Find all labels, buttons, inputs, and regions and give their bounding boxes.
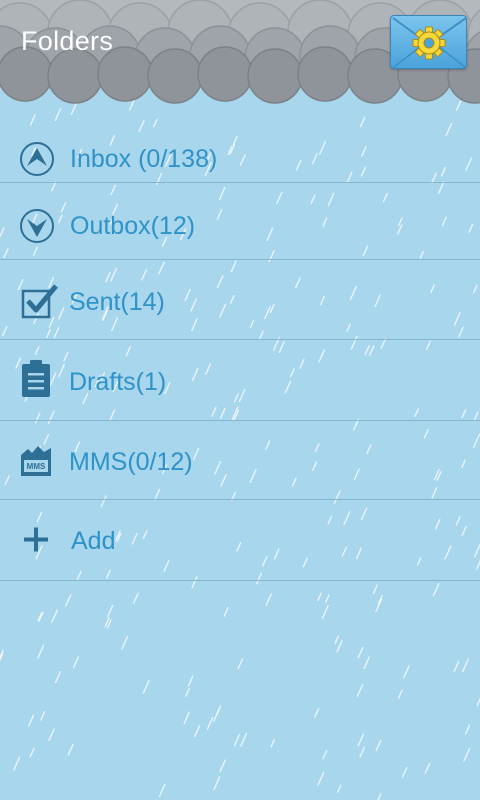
rain-streak (375, 598, 383, 613)
rain-streak (51, 609, 59, 623)
rain-streak (216, 705, 222, 715)
rain-streak (72, 656, 80, 669)
rain-streak (334, 635, 340, 645)
rain-streak (29, 747, 35, 758)
rain-streak (132, 592, 139, 604)
page-title: Folders (21, 26, 114, 56)
rain-streak (40, 710, 46, 721)
rain-streak (54, 670, 62, 684)
rain-streak (336, 784, 342, 793)
rain-streak (48, 728, 55, 741)
rain-streak (401, 767, 408, 778)
rain-streak (377, 793, 382, 800)
settings-button[interactable] (390, 15, 467, 69)
rain-streak (357, 733, 365, 747)
rain-streak (219, 759, 226, 773)
rain-streak (64, 594, 72, 607)
rain-streak (240, 732, 248, 747)
rain-streak (183, 711, 191, 725)
rain-streak (357, 647, 364, 659)
rain-streak (325, 594, 330, 603)
folder-list: Inbox (0/138) Outbox(12) Sent(14) Drafts… (0, 100, 480, 581)
rain-streak (121, 636, 129, 650)
rain-streak (223, 606, 229, 617)
gear-icon (392, 17, 466, 68)
rain-streak (432, 582, 440, 597)
rain-streak (375, 739, 382, 752)
mms-icon: MMS (21, 446, 51, 476)
rain-streak (67, 743, 74, 756)
plus-icon (24, 527, 48, 552)
rain-streak (187, 675, 194, 687)
rain-streak (317, 771, 325, 786)
folder-drafts[interactable]: Drafts(1) (0, 340, 480, 421)
clipboard-icon (22, 360, 50, 397)
rain-streak (13, 756, 21, 771)
folder-label: Drafts(1) (69, 368, 167, 396)
rain-streak (397, 689, 403, 699)
rain-streak (107, 605, 114, 618)
rain-streak (336, 639, 343, 653)
rain-streak (237, 658, 244, 670)
rain-streak (213, 776, 221, 790)
rain-streak (193, 725, 201, 737)
rain-streak (314, 708, 320, 718)
rain-streak (463, 748, 471, 762)
folder-label: MMS(0/12) (69, 448, 193, 476)
add-folder-button[interactable]: Add (0, 500, 480, 581)
mms-icon-text: MMS (27, 462, 46, 471)
add-label: Add (71, 527, 116, 555)
folder-outbox[interactable]: Outbox(12) (0, 183, 480, 260)
rain-streak (37, 644, 45, 659)
rain-streak (453, 661, 460, 672)
rain-streak (158, 783, 166, 797)
rain-streak (424, 762, 431, 774)
folder-label: Sent(14) (69, 288, 165, 316)
rain-streak (403, 665, 410, 679)
rain-streak (359, 746, 366, 758)
rain-streak (372, 584, 378, 594)
rain-streak (28, 714, 35, 727)
rain-streak (321, 605, 329, 619)
rain-streak (322, 749, 328, 760)
folder-sent[interactable]: Sent(14) (0, 260, 480, 340)
rain-streak (363, 656, 370, 669)
rain-streak (206, 717, 214, 730)
header: Folders (0, 0, 480, 108)
rain-streak (185, 688, 190, 697)
rain-streak (142, 679, 150, 694)
folder-mms[interactable]: MMS MMS(0/12) (0, 421, 480, 500)
checkbox-checked-icon (21, 284, 58, 319)
rain-streak (233, 733, 241, 747)
up-arrow-circle-icon (20, 142, 54, 176)
folder-label: Inbox (0/138) (70, 145, 218, 173)
rain-streak (356, 684, 364, 697)
rain-streak (317, 592, 322, 601)
down-arrow-circle-icon (20, 209, 54, 243)
folder-label: Outbox(12) (70, 212, 196, 240)
rain-streak (462, 658, 469, 673)
rain-streak (265, 593, 272, 606)
rain-streak (464, 724, 471, 735)
folder-inbox[interactable]: Inbox (0/138) (0, 100, 480, 183)
rain-streak (270, 738, 276, 748)
